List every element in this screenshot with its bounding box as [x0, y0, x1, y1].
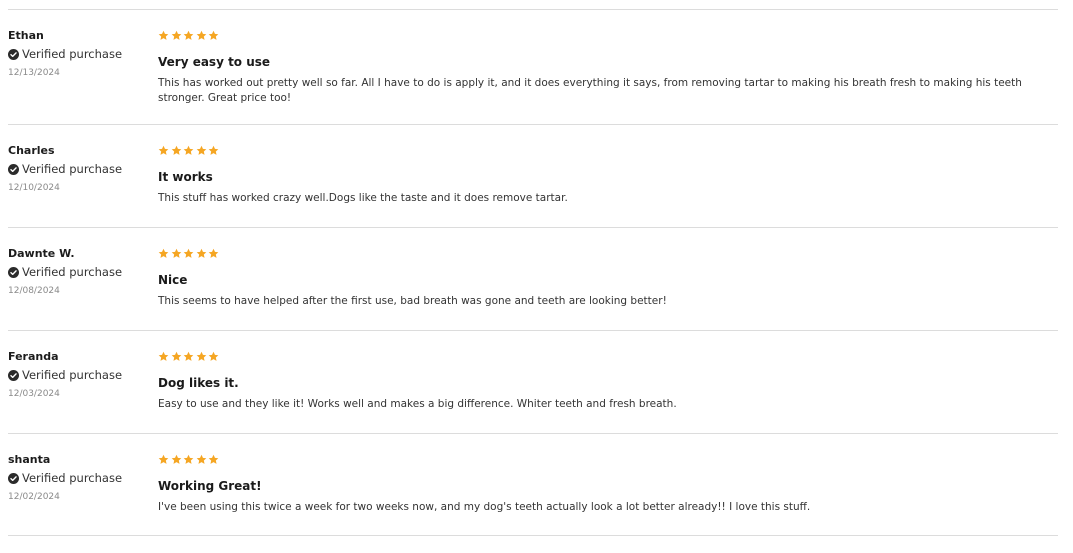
- review-content: It works This stuff has worked crazy wel…: [158, 144, 1058, 206]
- star-icon: [208, 454, 219, 464]
- reviewer-name: Charles: [8, 144, 55, 157]
- star-icon: [183, 454, 194, 464]
- reviewer-name: shanta: [8, 453, 51, 466]
- review-item: shanta Verified purchase 12/02/2024 Work…: [8, 434, 1058, 535]
- star-icon: [158, 351, 169, 361]
- star-icon: [171, 30, 181, 40]
- star-icon: [208, 248, 219, 258]
- star-icon: [171, 248, 181, 258]
- reviewer-name: Dawnte W.: [8, 247, 75, 260]
- review-item: Dawnte W. Verified purchase 12/08/2024 N…: [8, 228, 1058, 330]
- star-icon: [208, 30, 219, 40]
- reviews-list: Ethan Verified purchase 12/13/2024 Very …: [8, 9, 1058, 536]
- star-icon: [208, 145, 219, 155]
- star-icon: [158, 454, 169, 464]
- star-rating: [158, 350, 1058, 362]
- star-rating: [158, 247, 1058, 259]
- review-date: 12/02/2024: [8, 492, 60, 502]
- review-date: 12/08/2024: [8, 286, 60, 296]
- star-icon: [196, 145, 206, 155]
- review-author-block: Dawnte W. Verified purchase 12/08/2024: [8, 247, 148, 297]
- review-title: Dog likes it.: [158, 376, 239, 390]
- verified-label: Verified purchase: [22, 368, 123, 382]
- check-circle-icon: [8, 163, 19, 175]
- review-body: Easy to use and they like it! Works well…: [158, 398, 677, 410]
- review-content: Dog likes it. Easy to use and they like …: [158, 350, 1058, 412]
- review-item: Charles Verified purchase 12/10/2024 It …: [8, 125, 1058, 227]
- review-content: Very easy to use This has worked out pre…: [158, 29, 1058, 106]
- check-circle-icon: [8, 472, 19, 484]
- review-date: 12/13/2024: [8, 68, 60, 78]
- review-author-block: Charles Verified purchase 12/10/2024: [8, 144, 148, 194]
- verified-label: Verified purchase: [22, 162, 123, 176]
- star-icon: [196, 351, 206, 361]
- divider: [8, 535, 1058, 536]
- verified-label: Verified purchase: [22, 47, 123, 61]
- review-item: Feranda Verified purchase 12/03/2024 Dog…: [8, 331, 1058, 433]
- star-icon: [208, 351, 219, 361]
- check-circle-icon: [8, 369, 19, 381]
- verified-label: Verified purchase: [22, 265, 123, 279]
- check-circle-icon: [8, 266, 19, 278]
- reviewer-name: Ethan: [8, 29, 44, 42]
- review-title: Nice: [158, 273, 188, 287]
- star-icon: [183, 145, 194, 155]
- star-icon: [171, 145, 181, 155]
- reviewer-name: Feranda: [8, 350, 59, 363]
- verified-badge: Verified purchase: [8, 162, 148, 176]
- star-icon: [171, 351, 181, 361]
- star-icon: [158, 145, 169, 155]
- review-author-block: Ethan Verified purchase 12/13/2024: [8, 29, 148, 79]
- star-icon: [171, 454, 181, 464]
- verified-badge: Verified purchase: [8, 265, 148, 279]
- star-rating: [158, 144, 1058, 156]
- star-icon: [158, 30, 169, 40]
- star-icon: [196, 30, 206, 40]
- verified-badge: Verified purchase: [8, 471, 148, 485]
- star-icon: [183, 351, 194, 361]
- review-date: 12/03/2024: [8, 389, 60, 399]
- star-icon: [183, 248, 194, 258]
- star-icon: [158, 248, 169, 258]
- star-icon: [183, 30, 194, 40]
- verified-label: Verified purchase: [22, 471, 123, 485]
- review-date: 12/10/2024: [8, 183, 60, 193]
- review-title: It works: [158, 170, 213, 184]
- review-body: This seems to have helped after the firs…: [158, 295, 667, 307]
- star-icon: [196, 454, 206, 464]
- review-item: Ethan Verified purchase 12/13/2024 Very …: [8, 10, 1058, 124]
- star-rating: [158, 453, 1058, 465]
- review-body: This has worked out pretty well so far. …: [158, 77, 1022, 104]
- review-author-block: Feranda Verified purchase 12/03/2024: [8, 350, 148, 400]
- review-title: Working Great!: [158, 479, 262, 493]
- review-author-block: shanta Verified purchase 12/02/2024: [8, 453, 148, 503]
- review-content: Nice This seems to have helped after the…: [158, 247, 1058, 309]
- star-rating: [158, 29, 1058, 41]
- review-body: I've been using this twice a week for tw…: [158, 501, 811, 513]
- review-title: Very easy to use: [158, 55, 271, 69]
- check-circle-icon: [8, 48, 19, 60]
- review-body: This stuff has worked crazy well.Dogs li…: [158, 192, 568, 204]
- verified-badge: Verified purchase: [8, 47, 148, 61]
- star-icon: [196, 248, 206, 258]
- review-content: Working Great! I've been using this twic…: [158, 453, 1058, 515]
- verified-badge: Verified purchase: [8, 368, 148, 382]
